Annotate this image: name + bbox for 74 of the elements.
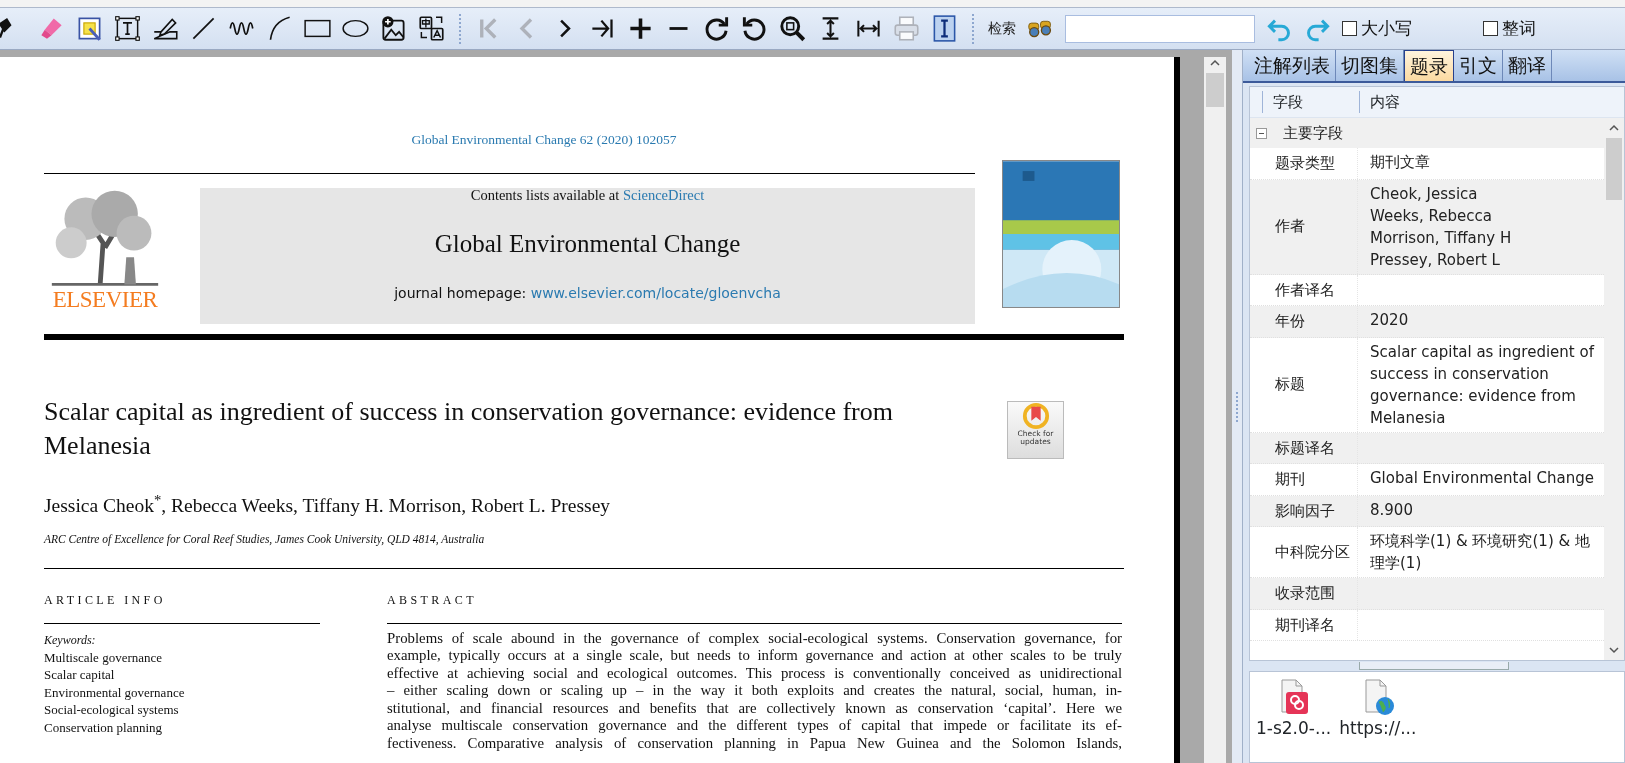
affiliation: ARC Centre of Excellence for Coral Reef Studies, James Cook University, QLD 4814, Australia — [44, 531, 486, 548]
article-title: Scalar capital as ingredient of success in conservation governance: evidence from Melanesia — [44, 396, 894, 463]
field-name: 标题译名 — [1274, 437, 1336, 459]
checkbox[interactable] — [1342, 21, 1357, 36]
field-value: Cheok, Jessica Weeks, Rebecca Morrison, Tiffany H Pressey, Robert L — [1370, 184, 1512, 269]
field-value: Global Environmental Change — [1370, 469, 1594, 487]
keywords-label: Keywords: — [44, 631, 97, 649]
zoom-icon[interactable] — [779, 15, 806, 42]
abstract-line: fectiveness. Comparative analysis of conservation planning in Papua New Guinea and the Solomon Islands, — [387, 734, 1122, 753]
search-label: 检索 — [988, 19, 1016, 38]
scroll-down-icon[interactable] — [1608, 644, 1620, 656]
collapse-toggle[interactable] — [1256, 127, 1267, 139]
field-name: 作者译名 — [1274, 279, 1336, 301]
section-heading: ABSTRACT — [387, 591, 478, 609]
field-name: 标题 — [1274, 374, 1306, 396]
field-value: 8.900 — [1370, 500, 1413, 519]
keyword: Scalar capital — [44, 666, 116, 684]
attachment-name[interactable]: https://... — [1339, 716, 1417, 742]
field-name: 中科院分区 — [1274, 541, 1351, 563]
journal-title: Global Environmental Change — [434, 229, 741, 259]
abstract-line: stitutional, and financial resources and benefits that are collectively known as conservation ‘capital’. Here we — [387, 699, 1122, 718]
keyword: Multiscale governance — [44, 648, 164, 667]
publisher-logo: ELSEVIER — [52, 288, 158, 313]
abstract-line: analyse multiscale conservation governance and the different types of capital that impede or facilitate its ef- — [387, 717, 1122, 735]
attachment-name[interactable]: 1-s2.0-... — [1256, 716, 1332, 742]
field-name: 年份 — [1274, 311, 1306, 332]
panel-tab[interactable]: 引文 — [1454, 50, 1503, 81]
field-name: 期刊 — [1274, 469, 1306, 490]
text-tool-icon[interactable] — [931, 15, 958, 42]
rotate-left-icon[interactable] — [741, 15, 768, 42]
rotate-right-icon[interactable] — [703, 15, 730, 42]
field-value: 期刊文章 — [1370, 153, 1430, 171]
contents-line: Contents lists available at ScienceDirect — [470, 186, 705, 206]
scrollbar-thumb[interactable] — [1206, 73, 1224, 107]
checkbox-label[interactable]: 大小写 — [1361, 15, 1412, 42]
sciencedirect-link[interactable]: ScienceDirect — [622, 187, 705, 204]
field-value: Scalar capital as ingredient of success in conservation governance: evidence from Melanesia — [1370, 342, 1594, 427]
field-name: 题录类型 — [1274, 153, 1336, 174]
homepage-link[interactable]: www.elsevier.com/locate/gloenvcha — [530, 284, 781, 301]
search-field[interactable] — [1065, 14, 1255, 43]
keyword: Conservation planning — [44, 718, 164, 737]
abstract-line: example, typically occurs at a single scale, but needs to inform governance and action at other scales to be truly — [387, 647, 1122, 665]
field-value: 环境科学(1) & 环境研究(1) & 地理学(1) — [1370, 532, 1590, 572]
add-image-icon[interactable] — [380, 15, 407, 42]
line-icon[interactable] — [190, 15, 217, 42]
field-value: 2020 — [1370, 311, 1409, 329]
abstract-line: – either scaling down or scaling up – in the way it both exploits and creates the natural, social, human, in- — [387, 682, 1122, 700]
field-name: 作者 — [1274, 216, 1306, 238]
field-name: 期刊译名 — [1274, 614, 1336, 636]
group-label: 主要字段 — [1283, 122, 1343, 144]
keyword: Social-ecological systems — [44, 701, 180, 719]
splitter-handle[interactable] — [1359, 662, 1509, 670]
column-header[interactable]: 字段 — [1262, 90, 1359, 114]
keyword: Environmental governance — [44, 683, 186, 702]
abstract-line: effective at achieving social and ecological outcomes. This process is conventionally conceived as unidirectional — [387, 664, 1122, 683]
note-icon[interactable] — [76, 15, 103, 42]
panel-tab[interactable]: 题录 — [1404, 50, 1454, 81]
translate-icon[interactable] — [418, 15, 445, 42]
checkbox-label[interactable]: 整词 — [1502, 15, 1536, 42]
bookmark-icon — [1021, 402, 1050, 431]
zoom-in-icon[interactable] — [627, 15, 654, 42]
author-list: Jessica Cheok$^{*}$, Rebecca Weeks, Tiffany H. Morrison, Robert L. Pressey — [44, 491, 1124, 521]
section-heading: ARTICLE INFO — [44, 591, 167, 609]
citation-link[interactable]: Global Environmental Change 62 (2020) 102057 — [0, 130, 1124, 151]
checkbox[interactable] — [1483, 21, 1498, 36]
homepage-line: journal homepage: www.elsevier.com/locate/gloenvcha — [394, 283, 781, 303]
panel-tab[interactable]: 翻译 — [1503, 50, 1552, 81]
scrollbar-thumb[interactable] — [1606, 138, 1622, 200]
column-header[interactable]: 内容 — [1359, 90, 1400, 114]
field-name: 收录范围 — [1274, 583, 1336, 604]
text-box-icon[interactable] — [114, 15, 141, 42]
panel-tab[interactable]: 注解列表 — [1249, 50, 1336, 81]
abstract-line: Problems of scale abound in the governance of complex social-ecological systems. Conservation governance, for — [387, 629, 1122, 648]
field-name: 影响因子 — [1274, 500, 1336, 522]
